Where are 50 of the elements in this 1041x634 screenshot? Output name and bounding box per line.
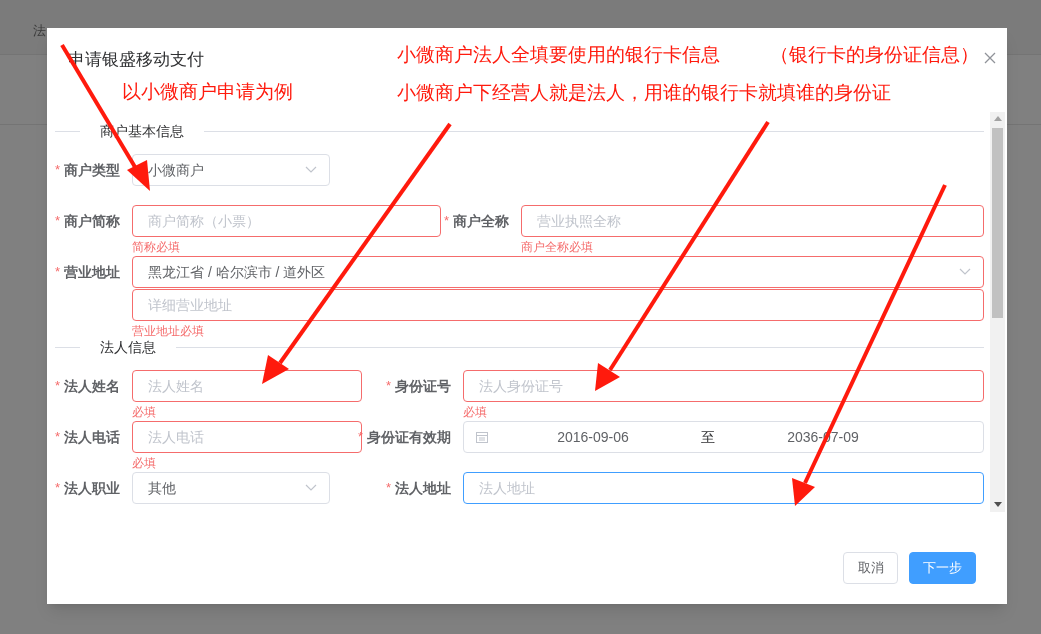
required-asterisk: * — [385, 479, 391, 498]
annotation-text: 小微商户下经营人就是法人，用谁的银行卡就填谁的身份证 — [397, 81, 891, 105]
scrollbar-thumb[interactable] — [992, 128, 1003, 318]
select-field[interactable]: 黑龙江省 / 哈尔滨市 / 道外区 — [132, 256, 984, 288]
annotation-text: （银行卡的身份证信息） — [770, 43, 979, 67]
field-label: 商户简称 — [64, 211, 120, 231]
scroll-down-icon[interactable] — [993, 502, 1002, 507]
error-message: 简称必填 — [132, 240, 180, 254]
select-field[interactable]: 小微商户 — [132, 154, 330, 186]
input-field[interactable]: 营业执照全称 — [521, 205, 984, 237]
field-label: 法人职业 — [64, 478, 120, 498]
field-label: 法人地址 — [395, 478, 451, 498]
input-field[interactable]: 法人姓名 — [132, 370, 362, 402]
close-icon[interactable] — [984, 52, 996, 64]
calendar-icon — [476, 431, 488, 443]
field-label: 商户类型 — [64, 160, 120, 180]
required-asterisk: * — [443, 212, 449, 231]
input-field[interactable]: 商户简称（小票） — [132, 205, 441, 237]
input-field[interactable]: 法人身份证号 — [463, 370, 984, 402]
required-asterisk: * — [54, 479, 60, 498]
required-asterisk: * — [54, 428, 60, 447]
field-label: 法人姓名 — [64, 376, 120, 396]
required-asterisk: * — [54, 263, 60, 282]
chevron-down-icon — [959, 268, 971, 276]
field-label: 营业地址 — [64, 262, 120, 282]
chevron-down-icon — [305, 166, 317, 174]
required-asterisk: * — [54, 377, 60, 396]
annotation-text: 小微商户法人全填要使用的银行卡信息 — [397, 43, 720, 67]
input-field[interactable]: 详细营业地址 — [132, 289, 984, 321]
error-message: 必填 — [132, 456, 156, 470]
field-label: 法人电话 — [64, 427, 120, 447]
cancel-button[interactable]: 取消 — [843, 552, 898, 584]
scrollbar[interactable] — [990, 112, 1005, 512]
column-header: 法 — [33, 24, 46, 38]
error-message: 必填 — [132, 405, 156, 419]
required-asterisk: * — [54, 212, 60, 231]
input-field[interactable]: 法人地址 — [463, 472, 984, 504]
required-asterisk: * — [385, 377, 391, 396]
field-label: 身份证有效期 — [367, 427, 451, 447]
field-label: 商户全称 — [453, 211, 509, 231]
error-message: 营业地址必填 — [132, 324, 204, 338]
chevron-down-icon — [305, 484, 317, 492]
annotation-text: 以小微商户申请为例 — [122, 80, 293, 104]
select-field[interactable]: 其他 — [132, 472, 330, 504]
section-title: 法人信息 — [80, 339, 176, 355]
error-message: 商户全称必填 — [521, 240, 593, 254]
field-label: 身份证号 — [395, 376, 451, 396]
scroll-up-icon[interactable] — [993, 116, 1002, 121]
required-asterisk: * — [54, 161, 60, 180]
error-message: 必填 — [463, 405, 487, 419]
